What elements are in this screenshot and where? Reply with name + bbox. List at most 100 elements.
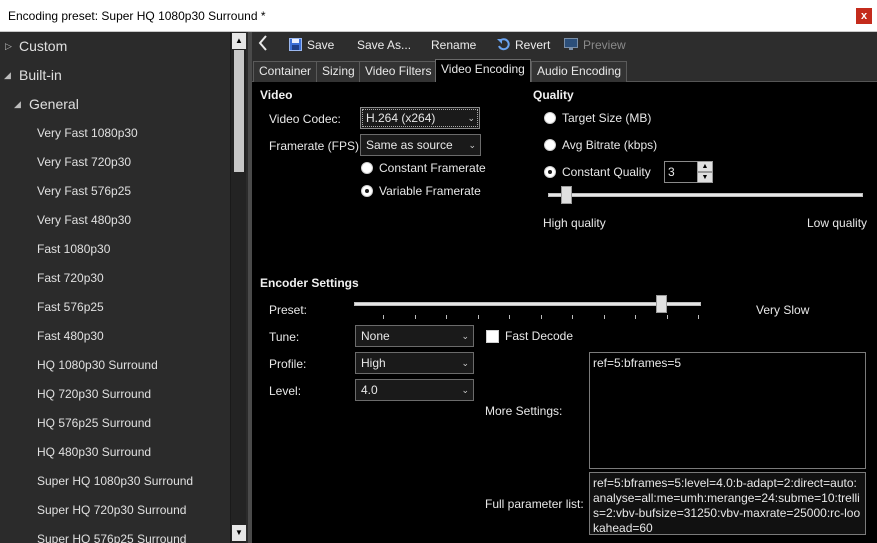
video-codec-select[interactable]: H.264 (x264) ⌄ bbox=[360, 107, 480, 129]
tab-video-encoding[interactable]: Video Encoding bbox=[435, 59, 531, 82]
rename-button[interactable]: Rename bbox=[431, 38, 476, 52]
preset-item[interactable]: Very Fast 480p30 bbox=[37, 206, 131, 235]
preset-item[interactable]: Fast 480p30 bbox=[37, 322, 104, 351]
preset-item[interactable]: HQ 576p25 Surround bbox=[37, 409, 151, 438]
save-icon bbox=[289, 38, 302, 54]
video-codec-label: Video Codec: bbox=[269, 112, 341, 126]
back-icon[interactable] bbox=[258, 35, 268, 56]
tree-group-label: Built-in bbox=[19, 67, 62, 83]
window-title: Encoding preset: Super HQ 1080p30 Surrou… bbox=[8, 9, 266, 23]
tab-container[interactable]: Container bbox=[253, 61, 318, 82]
tab-audio-encoding[interactable]: Audio Encoding bbox=[531, 61, 628, 82]
tree-group-label: Custom bbox=[19, 38, 68, 54]
tab-strip: Container Sizing Video Filters Video Enc… bbox=[252, 59, 877, 82]
chevron-down-icon: ⌄ bbox=[461, 385, 469, 395]
save-button[interactable]: Save bbox=[289, 38, 334, 54]
close-button[interactable]: x bbox=[856, 8, 872, 24]
sidebar-scrollbar[interactable]: ▲ ▼ bbox=[230, 32, 246, 543]
chevron-down-icon[interactable]: ◢ bbox=[4, 61, 11, 90]
preset-item[interactable]: Fast 720p30 bbox=[37, 264, 104, 293]
preview-button[interactable]: Preview bbox=[564, 38, 626, 54]
scroll-up-icon[interactable]: ▲ bbox=[232, 33, 246, 49]
preview-label: Preview bbox=[583, 38, 626, 53]
more-settings-textarea[interactable]: ref=5:bframes=5 bbox=[589, 352, 866, 469]
preset-item[interactable]: HQ 720p30 Surround bbox=[37, 380, 151, 409]
high-quality-label: High quality bbox=[543, 216, 606, 230]
preset-slider-thumb[interactable] bbox=[656, 295, 667, 313]
preset-item[interactable]: Very Fast 1080p30 bbox=[37, 119, 138, 148]
target-size-radio[interactable] bbox=[544, 112, 556, 124]
video-encoding-panel: Video Video Codec: H.264 (x264) ⌄ Framer… bbox=[252, 82, 877, 543]
chevron-down-icon: ⌄ bbox=[461, 331, 469, 341]
preset-tick bbox=[698, 315, 699, 319]
variable-framerate-radio[interactable] bbox=[361, 185, 373, 197]
scroll-thumb[interactable] bbox=[234, 50, 244, 172]
preset-item[interactable]: HQ 1080p30 Surround bbox=[37, 351, 158, 380]
avg-bitrate-radio[interactable] bbox=[544, 139, 556, 151]
preset-item[interactable]: Fast 1080p30 bbox=[37, 235, 110, 264]
target-size-label: Target Size (MB) bbox=[562, 111, 652, 125]
chevron-down-icon: ⌄ bbox=[468, 140, 476, 150]
revert-label: Revert bbox=[515, 38, 551, 53]
preset-tick bbox=[541, 315, 542, 319]
save-as-button[interactable]: Save As... bbox=[357, 38, 411, 52]
preset-item[interactable]: Very Fast 576p25 bbox=[37, 177, 131, 206]
fast-decode-checkbox[interactable] bbox=[486, 330, 499, 343]
preset-tick bbox=[383, 315, 384, 319]
undo-icon bbox=[497, 38, 510, 54]
full-parameter-textarea[interactable]: ref=5:bframes=5:level=4.0:b-adapt=2:dire… bbox=[589, 472, 866, 535]
profile-select[interactable]: High ⌄ bbox=[355, 352, 474, 374]
quality-slider-thumb[interactable] bbox=[561, 186, 572, 204]
more-settings-label: More Settings: bbox=[485, 404, 563, 418]
profile-value: High bbox=[361, 356, 386, 370]
constant-quality-label: Constant Quality bbox=[562, 165, 651, 179]
scroll-down-icon[interactable]: ▼ bbox=[232, 525, 246, 541]
constant-quality-input[interactable]: 3 bbox=[664, 161, 698, 183]
framerate-select[interactable]: Same as source ⌄ bbox=[360, 134, 481, 156]
preview-icon bbox=[564, 38, 578, 54]
tune-select[interactable]: None ⌄ bbox=[355, 325, 474, 347]
tune-value: None bbox=[361, 329, 390, 343]
preset-tick bbox=[478, 315, 479, 319]
spin-up-icon[interactable]: ▲ bbox=[697, 161, 713, 172]
video-codec-value: H.264 (x264) bbox=[366, 111, 436, 125]
video-heading: Video bbox=[260, 88, 293, 102]
spin-down-icon[interactable]: ▼ bbox=[697, 172, 713, 183]
tab-sizing[interactable]: Sizing bbox=[316, 61, 361, 82]
constant-framerate-radio[interactable] bbox=[361, 162, 373, 174]
revert-button[interactable]: Revert bbox=[497, 38, 550, 54]
low-quality-label: Low quality bbox=[807, 216, 868, 230]
preset-item[interactable]: Fast 576p25 bbox=[37, 293, 104, 322]
tree-subgroup-label: General bbox=[29, 96, 79, 112]
full-parameter-label: Full parameter list: bbox=[485, 497, 584, 511]
chevron-down-icon: ⌄ bbox=[467, 113, 475, 123]
framerate-value: Same as source bbox=[366, 138, 453, 152]
preset-slider-track[interactable] bbox=[354, 302, 701, 306]
preset-tick bbox=[509, 315, 510, 319]
constant-framerate-label: Constant Framerate bbox=[379, 161, 486, 175]
encoder-settings-heading: Encoder Settings bbox=[260, 276, 359, 290]
title-bar: Encoding preset: Super HQ 1080p30 Surrou… bbox=[0, 0, 877, 32]
preset-item-selected[interactable]: Super HQ 1080p30 Surround bbox=[37, 467, 193, 496]
preset-tick bbox=[572, 315, 573, 319]
preset-label: Preset: bbox=[269, 303, 308, 317]
toolbar: Save Save As... Rename Revert Preview bbox=[252, 32, 877, 60]
preset-tick bbox=[667, 315, 668, 319]
chevron-right-icon[interactable]: ▷ bbox=[5, 32, 12, 61]
chevron-down-icon[interactable]: ◢ bbox=[14, 90, 21, 119]
avg-bitrate-label: Avg Bitrate (kbps) bbox=[562, 138, 658, 152]
level-select[interactable]: 4.0 ⌄ bbox=[355, 379, 474, 401]
level-label: Level: bbox=[269, 384, 302, 398]
preset-item[interactable]: Super HQ 576p25 Surround bbox=[37, 525, 186, 543]
preset-tick bbox=[446, 315, 447, 319]
level-value: 4.0 bbox=[361, 383, 378, 397]
framerate-label: Framerate (FPS): bbox=[269, 139, 363, 153]
preset-item[interactable]: HQ 480p30 Surround bbox=[37, 438, 151, 467]
preset-item[interactable]: Very Fast 720p30 bbox=[37, 148, 131, 177]
profile-label: Profile: bbox=[269, 357, 307, 371]
preset-item[interactable]: Super HQ 720p30 Surround bbox=[37, 496, 186, 525]
quality-slider-track[interactable] bbox=[548, 193, 863, 197]
constant-quality-radio[interactable] bbox=[544, 166, 556, 178]
tab-video-filters[interactable]: Video Filters bbox=[359, 61, 438, 82]
preset-tick bbox=[604, 315, 605, 319]
